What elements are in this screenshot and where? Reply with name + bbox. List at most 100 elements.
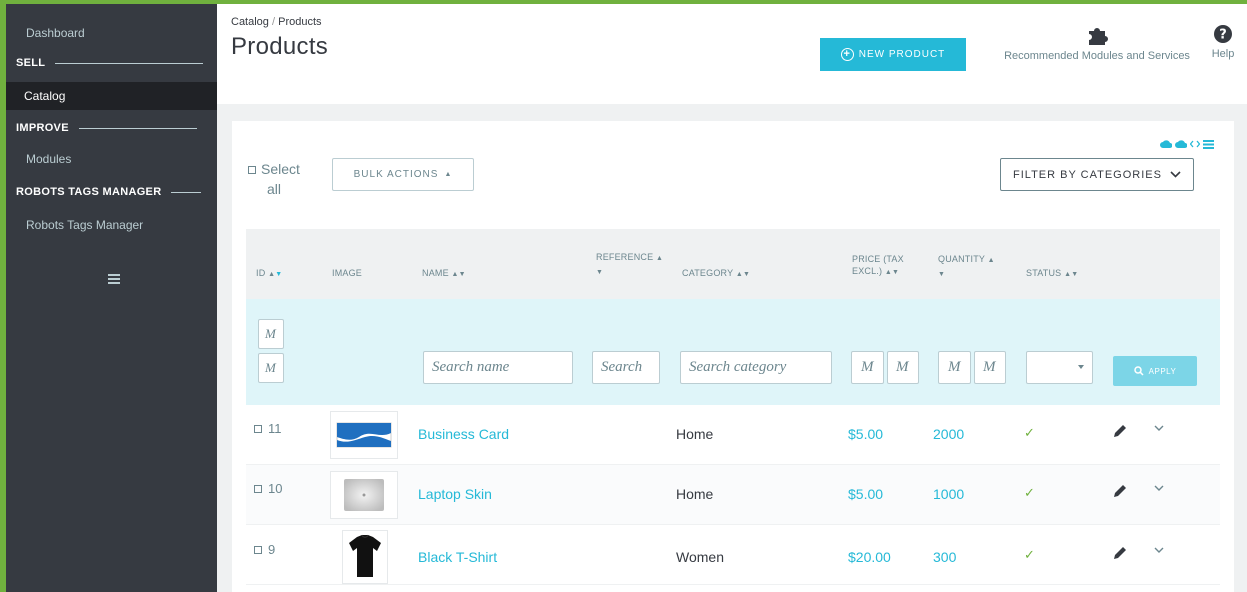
category-filter-input[interactable]: Search category: [680, 351, 832, 384]
sidebar-item-modules[interactable]: Modules: [6, 152, 217, 166]
table-row[interactable]: 10 Laptop Skin Home $5.00 1000 ✓: [246, 465, 1220, 525]
column-header-category[interactable]: CATEGORY ▲▼: [682, 267, 750, 281]
list-tools: [1160, 139, 1214, 149]
row-id[interactable]: 11: [254, 421, 282, 436]
status-enabled-icon[interactable]: ✓: [1024, 425, 1035, 441]
filter-categories-label: FILTER BY CATEGORIES: [1013, 168, 1162, 181]
column-label: PRICE (TAX: [852, 254, 904, 264]
product-thumbnail: [330, 471, 398, 519]
sort-icon[interactable]: ▲▼: [452, 271, 466, 278]
status-enabled-icon[interactable]: ✓: [1024, 485, 1035, 501]
row-id[interactable]: 9: [254, 542, 275, 557]
column-label: STATUS: [1026, 268, 1062, 278]
row-checkbox[interactable]: [254, 425, 262, 433]
product-price: $5.00: [848, 486, 884, 502]
sort-icon[interactable]: ▲▼: [268, 271, 282, 278]
help-label: Help: [1211, 48, 1235, 60]
row-checkbox[interactable]: [254, 485, 262, 493]
chevron-down-icon[interactable]: [1154, 485, 1164, 492]
sort-icon[interactable]: ▲: [988, 257, 995, 264]
chevron-down-icon[interactable]: [1154, 425, 1164, 432]
edit-icon[interactable]: [1112, 545, 1128, 561]
apply-label: APPLY: [1148, 366, 1177, 376]
page-title: Products: [231, 33, 329, 60]
column-label-2: EXCL.): [852, 266, 883, 276]
edit-icon[interactable]: [1112, 423, 1128, 439]
row-id[interactable]: 10: [254, 481, 282, 496]
filter-by-categories-button[interactable]: FILTER BY CATEGORIES: [1000, 158, 1194, 191]
breadcrumb-catalog[interactable]: Catalog: [231, 16, 269, 28]
column-header-quantity[interactable]: QUANTITY ▲ ▼: [938, 253, 995, 281]
product-thumbnail: [342, 530, 388, 584]
price-max-input[interactable]: M: [887, 351, 919, 384]
product-quantity[interactable]: 2000: [933, 426, 964, 442]
product-price: $5.00: [848, 426, 884, 442]
name-filter-input[interactable]: Search name: [423, 351, 573, 384]
row-id-label: 10: [268, 481, 283, 496]
row-checkbox[interactable]: [254, 546, 262, 554]
column-header-name[interactable]: NAME ▲▼: [422, 267, 466, 281]
id-min-input[interactable]: M: [258, 319, 284, 349]
list-icon[interactable]: [1203, 139, 1214, 149]
page-header: Catalog / Products Products + NEW PRODUC…: [217, 4, 1247, 104]
id-max-input[interactable]: M: [258, 353, 284, 383]
sidebar-section-sell: SELL: [16, 57, 204, 69]
divider: [78, 127, 197, 129]
cloud-upload-icon[interactable]: [1160, 139, 1172, 149]
breadcrumb: Catalog / Products: [231, 16, 322, 28]
product-name-link[interactable]: Laptop Skin: [418, 486, 492, 502]
sidebar-item-dashboard[interactable]: Dashboard: [6, 26, 217, 40]
product-quantity[interactable]: 300: [933, 549, 956, 565]
product-name-link[interactable]: Black T-Shirt: [418, 549, 497, 565]
column-header-price[interactable]: PRICE (TAX EXCL.) ▲▼: [852, 253, 904, 279]
sidebar-item-catalog[interactable]: Catalog: [6, 82, 217, 110]
sort-icon[interactable]: ▲▼: [1064, 271, 1078, 278]
select-all-label: Select: [261, 161, 300, 177]
select-all-checkbox[interactable]: Select all: [246, 159, 302, 199]
product-name-link[interactable]: Business Card: [418, 426, 509, 442]
status-filter-select[interactable]: [1026, 351, 1093, 384]
column-label: ID: [256, 268, 266, 278]
add-circle-icon: +: [840, 48, 854, 61]
status-enabled-icon[interactable]: ✓: [1024, 547, 1035, 563]
new-product-label: NEW PRODUCT: [858, 49, 946, 60]
column-header-id[interactable]: ID ▲▼: [256, 267, 282, 281]
product-category: Home: [676, 426, 714, 442]
product-thumbnail: [330, 411, 398, 459]
column-header-reference[interactable]: REFERENCE ▲ ▼: [596, 251, 663, 279]
apply-filters-button[interactable]: APPLY: [1113, 356, 1197, 386]
sidebar-item-robots-tags-manager[interactable]: Robots Tags Manager: [6, 218, 217, 232]
table-row[interactable]: 9 Black T-Shirt Women $20.00 300 ✓: [246, 525, 1220, 585]
sort-down-icon[interactable]: ▼: [596, 269, 603, 276]
sort-icon[interactable]: ▲▼: [885, 269, 899, 276]
product-quantity[interactable]: 1000: [933, 486, 964, 502]
sidebar: Dashboard SELL Catalog IMPROVE Modules R…: [6, 4, 217, 592]
sort-icon[interactable]: ▲▼: [736, 271, 750, 278]
edit-icon[interactable]: [1112, 483, 1128, 499]
select-all-label-2: all: [266, 181, 281, 197]
breadcrumb-separator: /: [271, 16, 276, 28]
new-product-button[interactable]: + NEW PRODUCT: [820, 38, 966, 71]
column-header-status[interactable]: STATUS ▲▼: [1026, 267, 1078, 281]
menu-collapse-icon[interactable]: [108, 274, 120, 286]
code-icon[interactable]: [1190, 139, 1200, 149]
table-row[interactable]: 11 Business Card Home $5.00 2000 ✓: [246, 405, 1220, 465]
quantity-min-input[interactable]: M: [938, 351, 971, 384]
sidebar-section-improve: IMPROVE: [16, 122, 197, 134]
svg-text:?: ?: [1219, 28, 1227, 43]
sort-down-icon[interactable]: ▼: [938, 271, 945, 278]
cloud-download-icon[interactable]: [1175, 139, 1187, 149]
quantity-max-input[interactable]: M: [974, 351, 1006, 384]
column-header-image: IMAGE: [332, 268, 363, 278]
puzzle-icon: [1089, 28, 1108, 45]
bulk-actions-button[interactable]: BULK ACTIONS ▲: [332, 158, 474, 191]
chevron-down-icon[interactable]: [1154, 547, 1164, 554]
sidebar-section-label: IMPROVE: [16, 122, 69, 134]
chevron-down-icon: [1170, 171, 1181, 178]
price-min-input[interactable]: M: [851, 351, 884, 384]
reference-filter-input[interactable]: Search: [592, 351, 660, 384]
recommended-modules-button[interactable]: Recommended Modules and Services: [991, 24, 1203, 62]
help-button[interactable]: ? Help: [1206, 24, 1240, 60]
sidebar-section-robots: ROBOTS TAGS MANAGER: [16, 186, 202, 198]
sort-icon[interactable]: ▲: [656, 255, 663, 262]
